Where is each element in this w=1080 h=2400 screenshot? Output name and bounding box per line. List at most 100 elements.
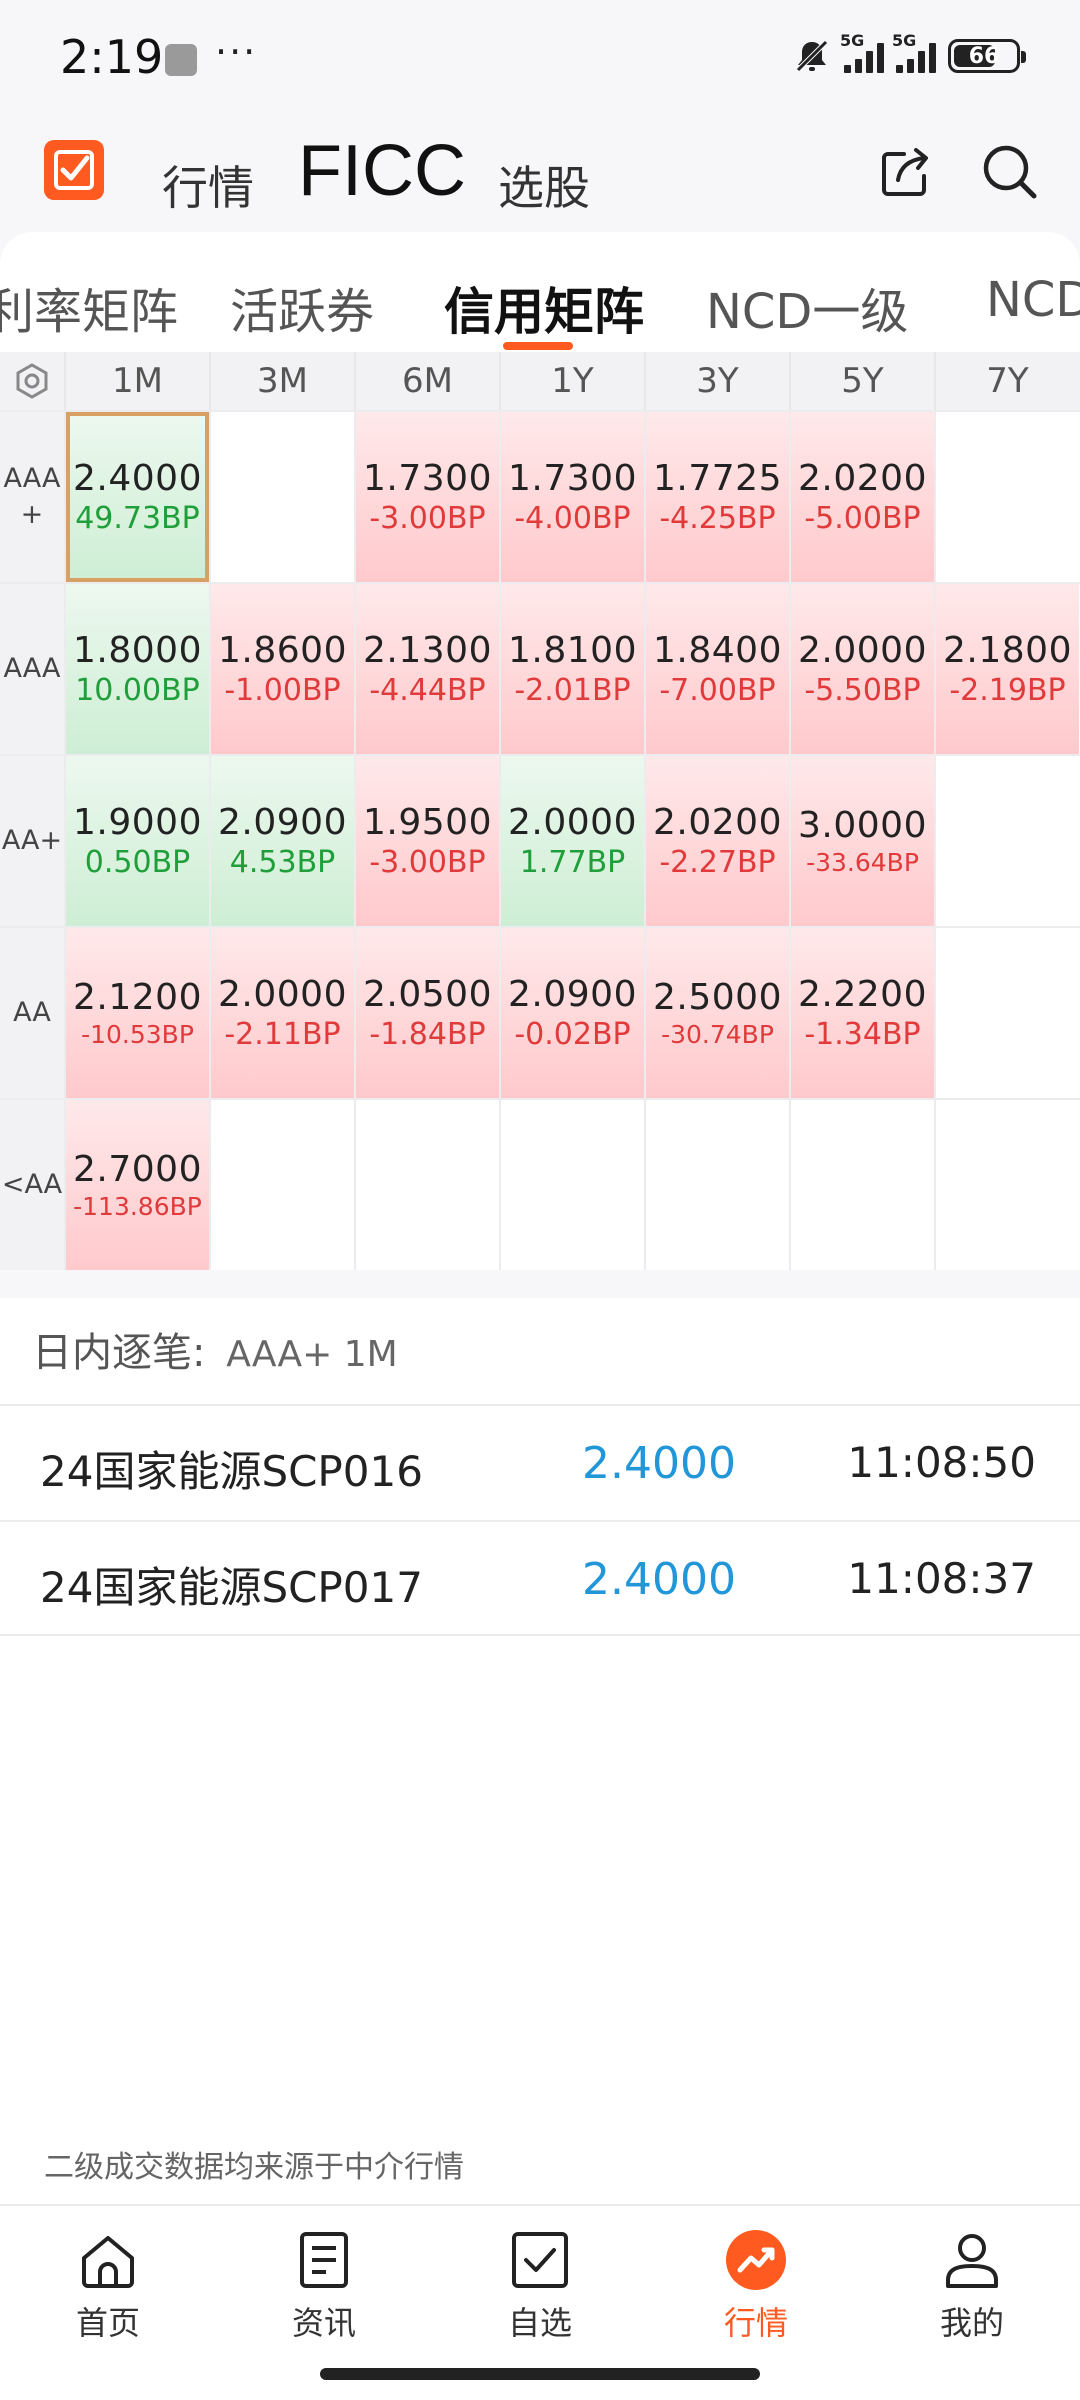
nav-market[interactable]: 行情 [696, 2228, 816, 2344]
matrix-cell[interactable]: 3.0000 -33.64BP [789, 756, 934, 926]
intraday-section-title: 日内逐笔: AAA+ 1M [32, 1320, 398, 1378]
trade-time: 11:08:50 [847, 1438, 1036, 1487]
nav-watchlist[interactable]: 自选 [480, 2228, 600, 2344]
matrix-cell[interactable]: 2.0000 -5.50BP [789, 584, 934, 754]
cell-yield: 1.8400 [653, 630, 782, 671]
matrix-cell[interactable]: 1.7300 -4.00BP [499, 412, 644, 582]
matrix-column-header[interactable]: 1M [64, 352, 209, 410]
cell-change-bp: 0.50BP [84, 845, 191, 880]
matrix-cell[interactable]: 2.0000 1.77BP [499, 756, 644, 926]
market-trend-icon [726, 2230, 786, 2290]
battery-level: 66 [968, 43, 1000, 69]
matrix-column-header[interactable]: 1Y [499, 352, 644, 410]
signal-strength-icon: 5G [840, 31, 884, 73]
tab-stock-picker[interactable]: 选股 [498, 152, 590, 218]
matrix-column-header[interactable]: 3Y [644, 352, 789, 410]
matrix-cell [354, 1100, 499, 1270]
trade-price: 2.4000 [582, 1438, 736, 1489]
cell-change-bp: -3.00BP [369, 501, 486, 536]
matrix-column-header[interactable]: 6M [354, 352, 499, 410]
search-icon[interactable] [978, 140, 1042, 204]
matrix-cell[interactable]: 2.2200 -1.34BP [789, 928, 934, 1098]
cell-change-bp: 4.53BP [229, 845, 336, 880]
home-icon [82, 2236, 134, 2288]
cell-yield: 2.7000 [73, 1149, 202, 1190]
cell-yield: 1.7300 [508, 458, 637, 499]
matrix-cell [644, 1100, 789, 1270]
matrix-cell[interactable]: 1.8100 -2.01BP [499, 584, 644, 754]
sub-tab-bar: 利率矩阵 活跃券 信用矩阵 NCD一级 NCD [0, 268, 1080, 348]
matrix-cell[interactable]: 2.1200 -10.53BP [64, 928, 209, 1098]
matrix-row: AAA 1.8000 10.00BP 1.8600 -1.00BP 2.1300 -4.44… [0, 582, 1080, 754]
matrix-column-header[interactable]: 5Y [789, 352, 934, 410]
home-indicator[interactable] [320, 2368, 760, 2380]
matrix-cell[interactable]: 1.9000 0.50BP [64, 756, 209, 926]
matrix-cell[interactable]: 2.4000 49.73BP [64, 412, 209, 582]
cell-yield: 2.0000 [508, 802, 637, 843]
trade-row[interactable]: 24国家能源SCP017 2.4000 11:08:37 [0, 1522, 1080, 1636]
cell-yield: 2.4000 [73, 458, 202, 499]
matrix-cell[interactable]: 2.0200 -5.00BP [789, 412, 934, 582]
cell-yield: 1.8000 [73, 630, 202, 671]
cell-change-bp: -2.11BP [224, 1017, 341, 1052]
cell-yield: 2.2200 [798, 974, 927, 1015]
news-icon [300, 2232, 348, 2288]
matrix-row: AA+ 1.9000 0.50BP 2.0900 4.53BP 1.9500 -3.00BP… [0, 754, 1080, 926]
cell-change-bp: -5.50BP [804, 673, 921, 708]
tab-credit-matrix[interactable]: 信用矩阵 [444, 272, 644, 344]
matrix-cell[interactable]: 2.0900 4.53BP [209, 756, 354, 926]
battery-icon: 66 [948, 39, 1026, 73]
cell-change-bp: 49.73BP [75, 501, 200, 536]
cell-yield: 2.0500 [363, 974, 492, 1015]
matrix-column-header[interactable]: 3M [209, 352, 354, 410]
tab-active-bonds[interactable]: 活跃券 [230, 272, 374, 342]
profile-icon [946, 2234, 998, 2288]
tab-ncd[interactable]: NCD [986, 272, 1080, 328]
matrix-column-header[interactable]: 7Y [934, 352, 1079, 410]
cell-yield: 2.1300 [363, 630, 492, 671]
nav-profile-label: 我的 [939, 2304, 1004, 2342]
tab-ficc[interactable]: FICC [298, 130, 466, 212]
matrix-cell[interactable]: 2.0900 -0.02BP [499, 928, 644, 1098]
matrix-cell[interactable]: 2.7000 -113.86BP [64, 1100, 209, 1270]
app-logo-checkbox-icon[interactable] [44, 140, 104, 200]
matrix-cell[interactable]: 1.8000 10.00BP [64, 584, 209, 754]
matrix-cell [209, 1100, 354, 1270]
trade-row[interactable]: 24国家能源SCP016 2.4000 11:08:50 [0, 1406, 1080, 1520]
matrix-cell[interactable]: 1.9500 -3.00BP [354, 756, 499, 926]
matrix-cell[interactable]: 1.8600 -1.00BP [209, 584, 354, 754]
matrix-cell[interactable]: 1.7725 -4.25BP [644, 412, 789, 582]
network-type-label: 5G [892, 31, 917, 50]
cell-change-bp: -4.44BP [369, 673, 486, 708]
nav-market-label: 行情 [723, 2304, 788, 2342]
nav-profile[interactable]: 我的 [912, 2228, 1032, 2344]
tab-quotes[interactable]: 行情 [162, 152, 254, 218]
matrix-cell[interactable]: 2.1300 -4.44BP [354, 584, 499, 754]
matrix-cell[interactable]: 1.8400 -7.00BP [644, 584, 789, 754]
matrix-cell[interactable]: 2.0000 -2.11BP [209, 928, 354, 1098]
active-tab-indicator [503, 342, 573, 350]
matrix-cell[interactable]: 2.0500 -1.84BP [354, 928, 499, 1098]
matrix-row: AAA +2.4000 49.73BP 1.7300 -3.00BP 1.7300 -4.… [0, 410, 1080, 582]
matrix-settings-icon[interactable] [0, 352, 64, 410]
matrix-cell[interactable]: 2.0200 -2.27BP [644, 756, 789, 926]
status-time: 2:19 [60, 30, 164, 84]
cell-yield: 1.9000 [73, 802, 202, 843]
share-icon[interactable] [874, 140, 938, 204]
matrix-footer-spacer [0, 1270, 1080, 1298]
matrix-cell[interactable]: 2.1800 -2.19BP [934, 584, 1079, 754]
nav-news[interactable]: 资讯 [264, 2228, 384, 2344]
cell-yield: 2.1200 [73, 977, 202, 1018]
nav-watchlist-label: 自选 [507, 2304, 572, 2342]
matrix-cell [499, 1100, 644, 1270]
matrix-cell [789, 1100, 934, 1270]
matrix-cell[interactable]: 2.5000 -30.74BP [644, 928, 789, 1098]
tab-rate-matrix[interactable]: 利率矩阵 [0, 272, 178, 342]
nav-home[interactable]: 首页 [48, 2228, 168, 2344]
cell-yield: 2.0200 [798, 458, 927, 499]
tab-ncd-primary[interactable]: NCD一级 [706, 272, 908, 342]
nav-news-label: 资讯 [291, 2304, 356, 2342]
matrix-cell[interactable]: 1.7300 -3.00BP [354, 412, 499, 582]
more-notifications-icon: ··· [215, 30, 258, 74]
cell-yield: 2.1800 [943, 630, 1072, 671]
